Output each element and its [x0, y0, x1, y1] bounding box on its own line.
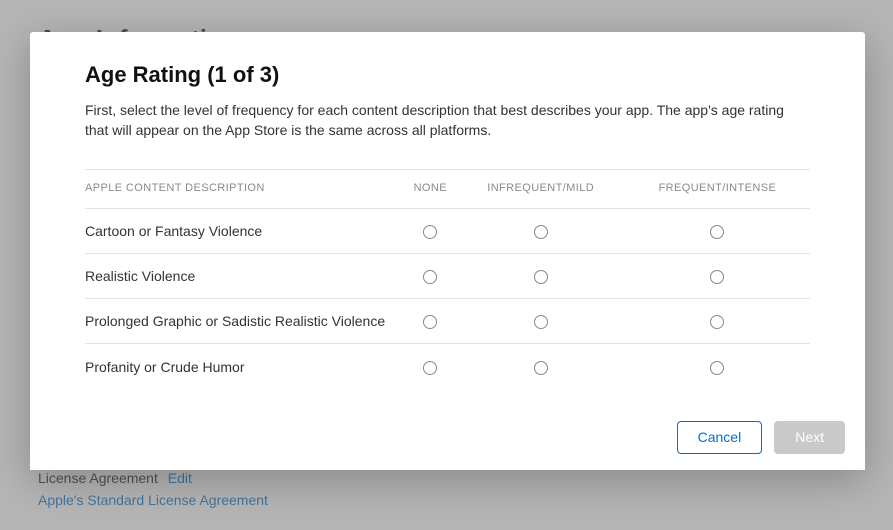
column-frequent-intense: FREQUENT/INTENSE	[625, 169, 810, 208]
row-label: Cartoon or Fantasy Violence	[85, 208, 404, 253]
radio-mild[interactable]	[534, 361, 548, 375]
radio-none[interactable]	[423, 270, 437, 284]
next-button[interactable]: Next	[774, 421, 845, 454]
table-row: Realistic Violence	[85, 253, 810, 298]
modal-intro: First, select the level of frequency for…	[85, 100, 810, 141]
row-label: Realistic Violence	[85, 253, 404, 298]
radio-none[interactable]	[423, 315, 437, 329]
modal-footer: Cancel Next	[30, 405, 865, 470]
age-rating-modal: Age Rating (1 of 3) First, select the le…	[30, 32, 865, 470]
radio-mild[interactable]	[534, 315, 548, 329]
modal-body[interactable]: Age Rating (1 of 3) First, select the le…	[30, 32, 865, 405]
row-label: Prolonged Graphic or Sadistic Realistic …	[85, 299, 404, 344]
radio-mild[interactable]	[534, 270, 548, 284]
table-row: Prolonged Graphic or Sadistic Realistic …	[85, 299, 810, 344]
radio-intense[interactable]	[710, 225, 724, 239]
radio-intense[interactable]	[710, 361, 724, 375]
column-none: NONE	[404, 169, 457, 208]
table-row: Cartoon or Fantasy Violence	[85, 208, 810, 253]
modal-title: Age Rating (1 of 3)	[85, 62, 810, 88]
content-table: APPLE CONTENT DESCRIPTION NONE INFREQUEN…	[85, 169, 810, 389]
row-label: Profanity or Crude Humor	[85, 344, 404, 389]
radio-intense[interactable]	[710, 315, 724, 329]
radio-intense[interactable]	[710, 270, 724, 284]
radio-mild[interactable]	[534, 225, 548, 239]
column-infrequent-mild: INFREQUENT/MILD	[457, 169, 625, 208]
radio-none[interactable]	[423, 361, 437, 375]
column-description: APPLE CONTENT DESCRIPTION	[85, 169, 404, 208]
table-row: Profanity or Crude Humor	[85, 344, 810, 389]
table-header-row: APPLE CONTENT DESCRIPTION NONE INFREQUEN…	[85, 169, 810, 208]
radio-none[interactable]	[423, 225, 437, 239]
cancel-button[interactable]: Cancel	[677, 421, 763, 454]
